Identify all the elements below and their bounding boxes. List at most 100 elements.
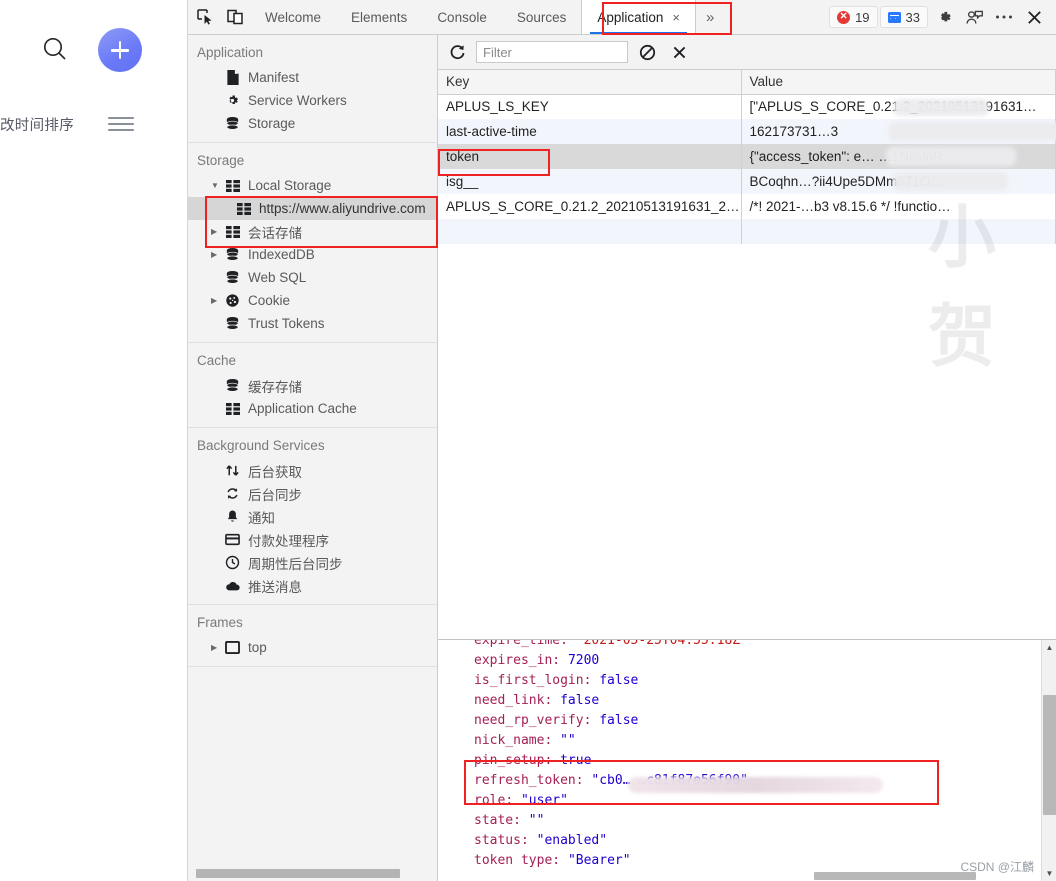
tab-console[interactable]: Console <box>422 0 502 34</box>
add-button[interactable] <box>98 28 142 72</box>
detail-value: true <box>560 753 591 768</box>
device-toolbar-icon[interactable] <box>222 4 248 30</box>
section-title: Application <box>188 41 437 66</box>
database-icon <box>223 247 242 262</box>
messages-count: 33 <box>906 10 920 25</box>
detail-line: need_rp_verify: false <box>474 711 1056 731</box>
scroll-up-arrow[interactable]: ▲ <box>1042 640 1056 655</box>
detail-line: status: "enabled" <box>474 831 1056 851</box>
sidebar-item-label: https://www.aliyundrive.com <box>259 201 426 216</box>
table-row[interactable]: isg__ BCoqhn…?ii4Upe5DMm671O… <box>438 169 1056 194</box>
detail-key: need_link <box>474 693 544 708</box>
sidebar-item-frame-top[interactable]: ▶ top <box>188 636 437 659</box>
table-row[interactable]: APLUS_S_CORE_0.21.2_20210513191631_2… /*… <box>438 194 1056 219</box>
detail-line: nick_name: "" <box>474 731 1056 751</box>
cell-value: BCoqhn…?ii4Upe5DMm671O… <box>741 169 1056 194</box>
detail-line: refresh_token: "cb0… …c81f87e56f90" <box>474 771 1056 791</box>
gear-icon[interactable] <box>930 3 958 31</box>
filter-input[interactable] <box>476 41 628 63</box>
search-icon[interactable] <box>38 33 72 67</box>
scrollbar-thumb[interactable] <box>1043 695 1056 815</box>
hamburger-icon[interactable] <box>108 117 134 131</box>
sidebar-item-background-fetch[interactable]: ▶ 后台获取 <box>188 459 437 482</box>
tab-label: Elements <box>351 10 407 25</box>
underlying-web-page: 改时间排序 <box>0 0 188 881</box>
sidebar-item-web-sql[interactable]: ▶ Web SQL <box>188 266 437 289</box>
database-icon <box>223 378 242 393</box>
column-header-value[interactable]: Value <box>741 70 1056 94</box>
sidebar-item-trust-tokens[interactable]: ▶ Trust Tokens <box>188 312 437 335</box>
sidebar-horizontal-scrollbar[interactable] <box>188 869 438 878</box>
sidebar-section-application: Application ▶ Manifest ▶ Service Work <box>188 35 437 143</box>
sidebar-item-storage[interactable]: ▶ Storage <box>188 112 437 135</box>
gear-icon <box>223 93 242 108</box>
cell-key: APLUS_LS_KEY <box>438 94 741 119</box>
expand-arrow-icon[interactable]: ▶ <box>211 297 222 305</box>
table-header-row: Key Value <box>438 70 1056 94</box>
sidebar-item-label: Service Workers <box>248 93 347 108</box>
sidebar-item-periodic-background-sync[interactable]: ▶ 周期性后台同步 <box>188 551 437 574</box>
devtools-window: Welcome Elements Console Sources Applica… <box>188 0 1056 881</box>
errors-badge[interactable]: ✕ 19 <box>829 6 877 28</box>
tab-close-icon[interactable]: × <box>672 11 680 24</box>
error-icon: ✕ <box>837 11 850 24</box>
screenshot-root: 改时间排序 Wel <box>0 0 1056 881</box>
more-tabs-icon[interactable]: » <box>696 0 724 34</box>
detail-lines: expire_time: "2021-05-25T04:55:18Z" expi… <box>438 639 1056 871</box>
sidebar-item-notifications[interactable]: ▶ 通知 <box>188 505 437 528</box>
tab-elements[interactable]: Elements <box>336 0 422 34</box>
refresh-icon[interactable] <box>444 39 470 65</box>
expand-arrow-icon[interactable]: ▶ <box>211 228 222 236</box>
tab-application[interactable]: Application × <box>581 0 696 34</box>
inspect-element-icon[interactable] <box>192 4 218 30</box>
scroll-down-arrow[interactable]: ▼ <box>1042 866 1056 881</box>
detail-horizontal-scrollbar[interactable] <box>814 872 976 880</box>
sidebar-item-push-messaging[interactable]: ▶ 推送消息 <box>188 574 437 597</box>
tab-welcome[interactable]: Welcome <box>250 0 336 34</box>
sidebar-item-aliyundrive-origin[interactable]: https://www.aliyundrive.com <box>188 197 437 220</box>
detail-key: expire_time <box>474 639 560 648</box>
sidebar-item-label: Cookie <box>248 293 290 308</box>
sidebar-item-cookie[interactable]: ▶ Cookie <box>188 289 437 312</box>
detail-value: "user" <box>521 793 568 808</box>
detail-value: false <box>560 693 599 708</box>
tab-label: Welcome <box>265 10 321 25</box>
sidebar-item-background-sync[interactable]: ▶ 后台同步 <box>188 482 437 505</box>
detail-key: pin_setup <box>474 753 544 768</box>
cell-key: last-active-time <box>438 119 741 144</box>
expand-arrow-icon[interactable]: ▶ <box>211 251 222 259</box>
delete-selected-icon[interactable] <box>666 39 692 65</box>
table-row[interactable]: last-active-time 162173731…3 <box>438 119 1056 144</box>
tab-label: Application <box>597 10 663 25</box>
document-icon <box>223 70 242 85</box>
tab-sources[interactable]: Sources <box>502 0 582 34</box>
sidebar-item-cache-storage[interactable]: ▶ 缓存存储 <box>188 374 437 397</box>
sidebar-section-background-services: Background Services ▶ 后台获取 ▶ 后台同步 <box>188 428 437 605</box>
devices-icon[interactable] <box>960 3 988 31</box>
table-row[interactable]: APLUS_LS_KEY ["APLUS_S_CORE_0.21.2_20210… <box>438 94 1056 119</box>
sidebar-item-service-workers[interactable]: ▶ Service Workers <box>188 89 437 112</box>
collapse-arrow-icon[interactable]: ▼ <box>211 182 222 190</box>
section-title: Cache <box>188 349 437 374</box>
storage-main-pane: Key Value APLUS_LS_KEY ["APLUS_S_CORE_0.… <box>438 35 1056 881</box>
expand-arrow-icon[interactable]: ▶ <box>211 644 222 652</box>
table-row-selected[interactable]: token {"access_token": e… …1NilsInR… <box>438 144 1056 169</box>
sidebar-item-local-storage[interactable]: ▼ Local Storage <box>188 174 437 197</box>
more-options-icon[interactable] <box>990 3 1018 31</box>
sidebar-item-session-storage[interactable]: ▶ 会话存储 <box>188 220 437 243</box>
table-grid-icon <box>223 226 242 238</box>
credit-card-icon <box>223 533 242 546</box>
detail-line: expire_time: "2021-05-25T04:55:18Z" <box>474 639 1056 651</box>
sidebar-item-manifest[interactable]: ▶ Manifest <box>188 66 437 89</box>
messages-badge[interactable]: 33 <box>880 6 928 28</box>
sidebar-item-payment-handler[interactable]: ▶ 付款处理程序 <box>188 528 437 551</box>
column-header-key[interactable]: Key <box>438 70 741 94</box>
sidebar-item-indexeddb[interactable]: ▶ IndexedDB <box>188 243 437 266</box>
cell-value: /*! 2021-…b3 v8.15.6 */ !functio… <box>741 194 1056 219</box>
clear-all-icon[interactable] <box>634 39 660 65</box>
detail-vertical-scrollbar[interactable]: ▲ ▼ <box>1041 640 1056 881</box>
sidebar-item-application-cache[interactable]: ▶ Application Cache <box>188 397 437 420</box>
section-title: Background Services <box>188 434 437 459</box>
bell-icon <box>223 509 242 524</box>
close-icon[interactable] <box>1020 3 1048 31</box>
